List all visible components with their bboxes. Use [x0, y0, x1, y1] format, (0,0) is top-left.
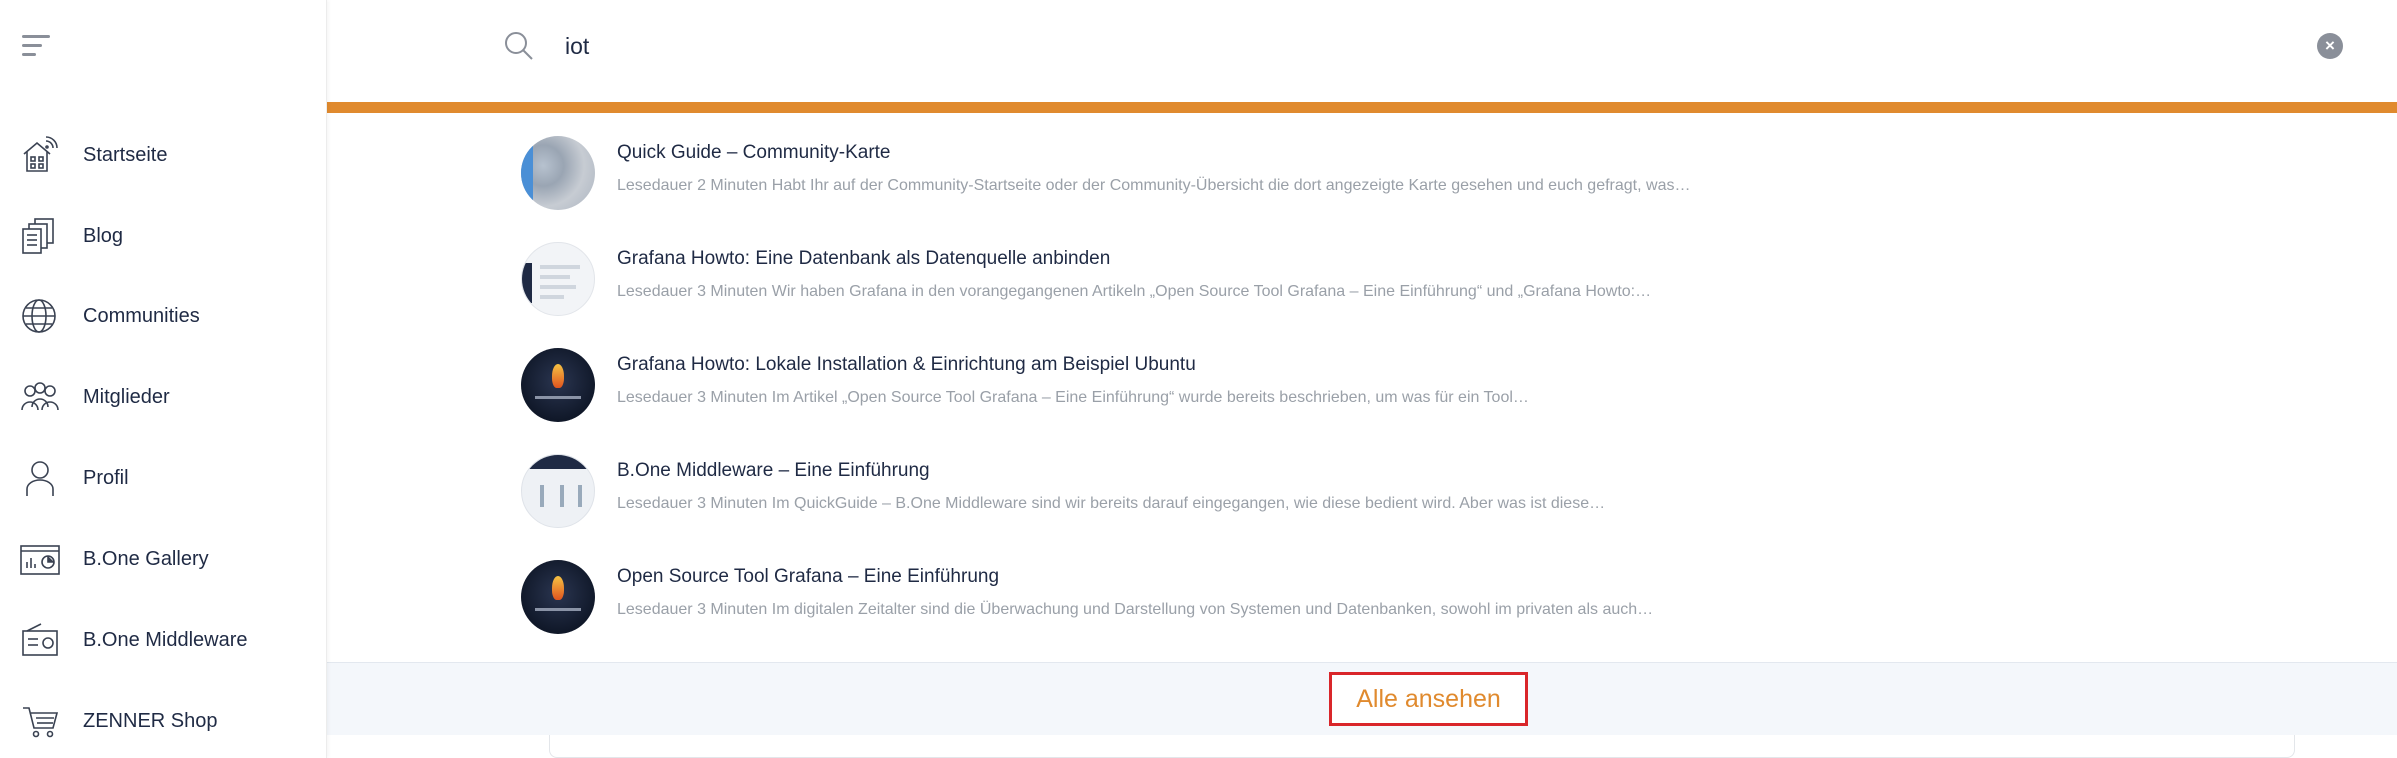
result-description: Lesedauer 3 Minuten Im digitalen Zeitalt… — [617, 601, 1654, 618]
result-title[interactable]: Open Source Tool Grafana – Eine Einführu… — [617, 566, 999, 588]
sidebar: Startseite Blog Communities Mitglieder P… — [0, 0, 327, 758]
search-result-item[interactable]: Open Source Tool Grafana – Eine Einführu… — [521, 537, 2221, 643]
search-bar: × — [327, 0, 2397, 102]
search-results-list: Quick Guide – Community-Karte Lesedauer … — [327, 113, 2397, 662]
result-thumbnail — [521, 454, 595, 528]
sidebar-item-startseite[interactable]: Startseite — [0, 125, 327, 185]
radio-device-icon — [19, 619, 61, 661]
view-all-button[interactable]: Alle ansehen — [1329, 672, 1528, 726]
sidebar-item-label: ZENNER Shop — [83, 709, 218, 732]
result-thumbnail — [521, 348, 595, 422]
sidebar-item-label: B.One Middleware — [83, 628, 248, 651]
result-description: Lesedauer 3 Minuten Im QuickGuide – B.On… — [617, 495, 1606, 512]
accent-divider — [327, 102, 2397, 113]
results-footer: Alle ansehen — [327, 662, 2397, 735]
result-description: Lesedauer 2 Minuten Habt Ihr auf der Com… — [617, 177, 1691, 194]
gallery-icon — [19, 538, 61, 580]
result-title[interactable]: B.One Middleware – Eine Einführung — [617, 460, 930, 482]
search-result-item[interactable]: Quick Guide – Community-Karte Lesedauer … — [521, 113, 2221, 219]
result-thumbnail — [521, 242, 595, 316]
menu-toggle-icon[interactable] — [22, 35, 54, 61]
search-input[interactable] — [565, 26, 2065, 66]
search-result-item[interactable]: B.One Middleware – Eine Einführung Lesed… — [521, 431, 2221, 537]
globe-icon — [19, 295, 61, 337]
sidebar-item-blog[interactable]: Blog — [0, 206, 327, 266]
result-description: Lesedauer 3 Minuten Wir haben Grafana in… — [617, 283, 1652, 300]
background-card-edge — [549, 735, 2295, 758]
sidebar-item-label: Mitglieder — [83, 385, 170, 408]
sidebar-item-bone-gallery[interactable]: B.One Gallery — [0, 529, 327, 589]
sidebar-item-label: B.One Gallery — [83, 547, 209, 570]
cart-icon — [19, 700, 61, 742]
search-result-item[interactable]: Grafana Howto: Lokale Installation & Ein… — [521, 325, 2221, 431]
sidebar-item-profil[interactable]: Profil — [0, 448, 327, 508]
documents-icon — [19, 215, 61, 257]
clear-search-icon[interactable]: × — [2317, 33, 2343, 59]
result-thumbnail — [521, 136, 595, 210]
user-icon — [19, 457, 61, 499]
sidebar-item-label: Startseite — [83, 143, 168, 166]
sidebar-item-label: Communities — [83, 304, 200, 327]
result-title[interactable]: Grafana Howto: Lokale Installation & Ein… — [617, 354, 1196, 376]
result-description: Lesedauer 3 Minuten Im Artikel „Open Sou… — [617, 389, 1529, 406]
result-title[interactable]: Quick Guide – Community-Karte — [617, 142, 891, 164]
page: Startseite Blog Communities Mitglieder P… — [0, 0, 2397, 758]
result-thumbnail — [521, 560, 595, 634]
search-overlay: × Quick Guide – Community-Karte Lesedaue… — [327, 0, 2397, 758]
home-wifi-icon — [19, 134, 61, 176]
sidebar-item-communities[interactable]: Communities — [0, 286, 327, 346]
search-icon — [505, 32, 533, 60]
result-title[interactable]: Grafana Howto: Eine Datenbank als Datenq… — [617, 248, 1110, 270]
sidebar-item-zenner-shop[interactable]: ZENNER Shop — [0, 691, 327, 751]
sidebar-item-mitglieder[interactable]: Mitglieder — [0, 367, 327, 427]
sidebar-item-bone-middleware[interactable]: B.One Middleware — [0, 610, 327, 670]
search-result-item[interactable]: Grafana Howto: Eine Datenbank als Datenq… — [521, 219, 2221, 325]
sidebar-item-label: Blog — [83, 224, 124, 247]
members-icon — [19, 376, 61, 418]
sidebar-item-label: Profil — [83, 466, 129, 489]
